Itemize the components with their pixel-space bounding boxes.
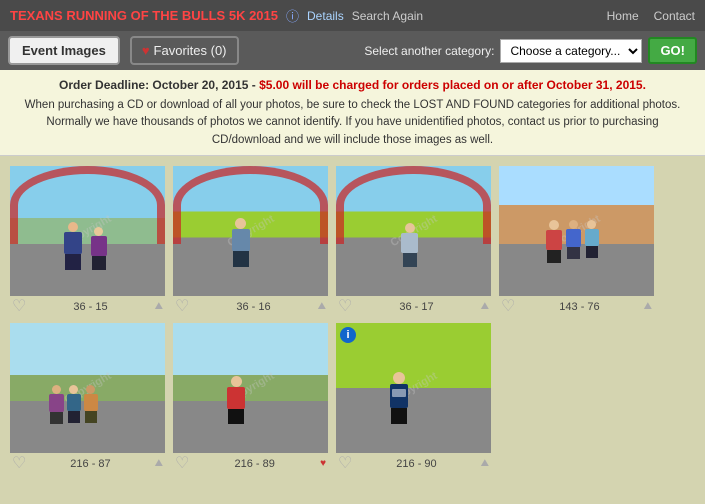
photo-3-icon: ⛰ [481,301,489,312]
category-select[interactable]: Choose a category... [500,39,642,63]
photo-item-1: Copyright ♡ 36 - 15 ⛰ [10,166,165,315]
info-icon: ⓘ [286,6,299,25]
favorites-tab[interactable]: ♥ Favorites (0) [130,36,239,65]
info-badge-7[interactable]: i [340,327,356,343]
photo-5[interactable]: Copyright [10,323,165,453]
favorite-btn-7[interactable]: ♡ [338,456,352,472]
runner-figure-2 [91,227,107,270]
photo-2-icon: ⛰ [318,301,326,312]
photo-2-label-row: ♡ 36 - 16 ⛰ [173,296,328,315]
runner-figure-6 [227,376,245,424]
favorite-btn-1[interactable]: ♡ [12,299,26,315]
photo-item-7: Copyright i ♡ 216 - 90 ⛰ [336,323,491,472]
photo-4-icon: ⛰ [644,301,652,312]
photo-6-icon: ♥ [320,458,326,469]
notice-line1: Order Deadline: October 20, 2015 - $5.00… [20,76,685,94]
category-section: Select another category: Choose a catego… [364,37,697,64]
event-images-tab[interactable]: Event Images [8,36,120,65]
photo-item-3: Copyright ♡ 36 - 17 ⛰ [336,166,491,315]
contact-link[interactable]: Contact [654,9,695,23]
photo-4-label-row: ♡ 143 - 76 ⛰ [499,296,654,315]
photo-6-label-row: ♡ 216 - 89 ♥ [173,453,328,472]
photo-7-label-row: ♡ 216 - 90 ⛰ [336,453,491,472]
header-nav: Home Contact [607,9,695,23]
photo-3[interactable]: Copyright [336,166,491,296]
photo-item-2: Copyright ♡ 36 - 16 ⛰ [173,166,328,315]
runner-figure-3 [232,218,250,267]
favorite-btn-4[interactable]: ♡ [501,299,515,315]
photo-5-label-row: ♡ 216 - 87 ⛰ [10,453,165,472]
photo-4[interactable]: Copyright [499,166,654,296]
photo-7-caption: 216 - 90 [352,458,480,470]
home-link[interactable]: Home [607,9,639,23]
photo-7[interactable]: Copyright i [336,323,491,453]
photo-1-icon: ⛰ [155,301,163,312]
favorite-btn-5[interactable]: ♡ [12,456,26,472]
photo-grid: Copyright ♡ 36 - 15 ⛰ [0,156,705,482]
photo-6-caption: 216 - 89 [189,458,320,470]
runner-figure-4 [401,223,418,267]
photo-4-caption: 143 - 76 [515,301,643,313]
photo-3-caption: 36 - 17 [352,301,480,313]
runner-group-5 [49,385,98,424]
select-category-label: Select another category: [364,44,494,58]
details-link[interactable]: Details [307,9,344,23]
event-title: TEXANS RUNNING OF THE BULLS 5K 2015 [10,8,278,23]
photo-1-label-row: ♡ 36 - 15 ⛰ [10,296,165,315]
header-bar: TEXANS RUNNING OF THE BULLS 5K 2015 ⓘ De… [0,0,705,31]
deadline-prefix: Order Deadline: October 20, 2015 - [59,78,259,92]
photo-item-5: Copyright [10,323,165,472]
favorite-btn-3[interactable]: ♡ [338,299,352,315]
search-again-link[interactable]: Search Again [352,9,423,23]
photo-5-icon: ⛰ [155,458,163,469]
runner-group-4 [546,220,599,263]
runner-figure-7 [390,372,408,424]
photo-1[interactable]: Copyright [10,166,165,296]
price-warning: $5.00 will be charged for orders placed … [259,78,646,92]
go-button[interactable]: GO! [648,37,697,64]
photo-1-caption: 36 - 15 [26,301,154,313]
photo-item-4: Copyright [499,166,654,315]
favorites-tab-label: Favorites (0) [154,43,227,58]
photo-item-6: Copyright ♡ 216 - 89 ♥ [173,323,328,472]
favorite-btn-6[interactable]: ♡ [175,456,189,472]
header-left: TEXANS RUNNING OF THE BULLS 5K 2015 ⓘ De… [10,6,423,25]
photo-2-caption: 36 - 16 [189,301,317,313]
tabs-bar: Event Images ♥ Favorites (0) Select anot… [0,31,705,70]
notice-line2: When purchasing a CD or download of all … [20,97,685,149]
runner-figure-1 [64,222,82,270]
photo-7-icon: ⛰ [481,458,489,469]
photo-2[interactable]: Copyright [173,166,328,296]
photo-5-caption: 216 - 87 [26,458,154,470]
notice-bar: Order Deadline: October 20, 2015 - $5.00… [0,70,705,156]
heart-icon: ♥ [142,43,150,58]
favorite-btn-2[interactable]: ♡ [175,299,189,315]
photo-3-label-row: ♡ 36 - 17 ⛰ [336,296,491,315]
photo-6[interactable]: Copyright [173,323,328,453]
